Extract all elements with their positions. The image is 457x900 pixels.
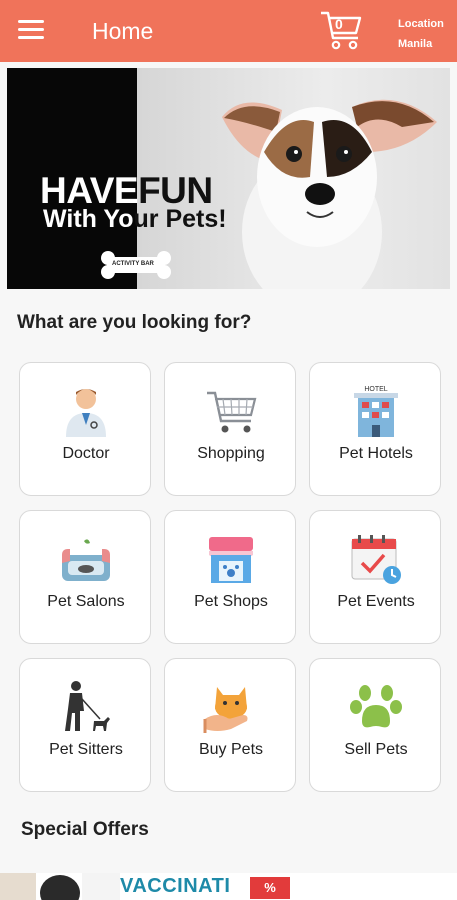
banner-badge: ACTIVITY BAR [112, 261, 154, 267]
category-pet-salons[interactable]: Pet Salons [19, 510, 151, 644]
category-pet-shops[interactable]: Pet Shops [164, 510, 296, 644]
banner-subheadline: With Your Pets! [43, 205, 227, 233]
menu-icon[interactable] [18, 20, 44, 42]
category-buy-pets[interactable]: Buy Pets [164, 658, 296, 792]
category-label: Sell Pets [344, 741, 408, 758]
offer-photo [0, 873, 120, 900]
pet-salon-icon [62, 539, 110, 581]
dog-photo [222, 99, 437, 289]
location-label: Location [398, 18, 444, 30]
calendar-icon [351, 535, 401, 584]
category-label: Shopping [197, 445, 265, 462]
category-sell-pets[interactable]: Sell Pets [309, 658, 441, 792]
category-label: Pet Sitters [49, 741, 123, 758]
category-label: Doctor [62, 445, 110, 462]
category-label: Pet Shops [194, 593, 268, 610]
app-bar: Home 0 Location Manila [0, 0, 457, 62]
hotel-sign: HOTEL [364, 386, 387, 393]
category-label: Pet Hotels [339, 445, 413, 462]
discount-badge: % [250, 877, 290, 899]
offer-headline: VACCINATI [120, 875, 231, 897]
pet-shop-icon [209, 537, 253, 583]
categories-title: What are you looking for? [17, 312, 252, 333]
cart-button[interactable]: 0 [318, 8, 364, 52]
cat-in-hand-icon [203, 687, 248, 733]
paw-icon [350, 685, 402, 728]
page-title: Home [92, 18, 154, 44]
doctor-icon [66, 389, 106, 437]
category-shopping[interactable]: Shopping [164, 362, 296, 496]
category-label: Buy Pets [198, 741, 264, 758]
hotel-icon: HOTEL [354, 386, 398, 437]
shopping-cart-icon [207, 391, 257, 433]
promo-banner[interactable]: HAVEFUN With Your Pets! ACTIVITY BAR [7, 68, 450, 289]
special-offer-banner[interactable]: VACCINATI % [0, 873, 457, 900]
dog-walker-icon [65, 681, 110, 731]
cart-count-badge: 0 [335, 16, 343, 32]
category-pet-sitters[interactable]: Pet Sitters [19, 658, 151, 792]
special-offers-title: Special Offers [21, 819, 149, 840]
category-pet-hotels[interactable]: HOTEL Pet Hotels [309, 362, 441, 496]
category-doctor[interactable]: Doctor [19, 362, 151, 496]
location-selector[interactable]: Location Manila [398, 14, 444, 54]
category-pet-events[interactable]: Pet Events [309, 510, 441, 644]
category-label: Pet Events [337, 593, 415, 610]
category-label: Pet Salons [47, 593, 125, 610]
location-value: Manila [398, 38, 433, 50]
